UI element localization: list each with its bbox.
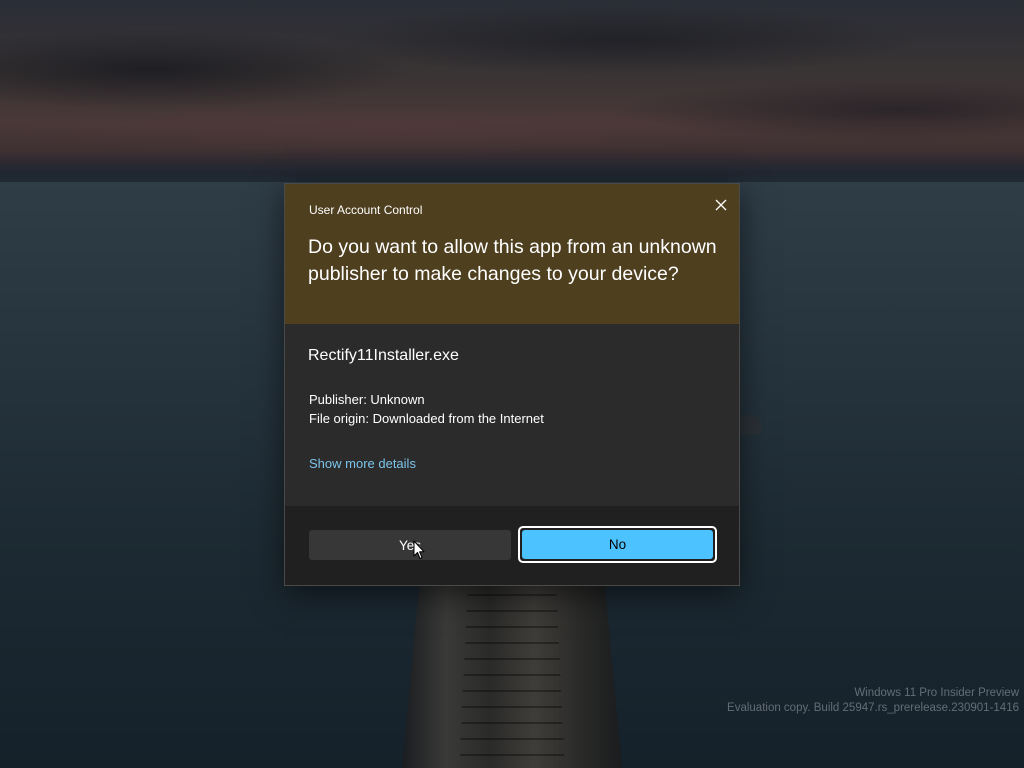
app-info: Publisher: Unknown File origin: Download… (309, 390, 544, 428)
os-watermark: Windows 11 Pro Insider Preview Evaluatio… (727, 686, 1019, 716)
no-button[interactable]: No (522, 530, 713, 559)
publisher-text: Publisher: Unknown (309, 392, 425, 407)
dialog-question: Do you want to allow this app from an un… (308, 236, 717, 285)
dialog-title: User Account Control (309, 203, 423, 217)
watermark-line-2: Evaluation copy. Build 25947.rs_prerelea… (727, 702, 1019, 714)
mouse-pointer-icon (413, 540, 425, 559)
uac-header: User Account Control Do you want to allo… (285, 184, 739, 324)
wallpaper-rock (738, 415, 762, 435)
watermark-line-1: Windows 11 Pro Insider Preview (854, 687, 1019, 699)
close-button[interactable] (705, 190, 737, 220)
desktop: Windows 11 Pro Insider Preview Evaluatio… (0, 0, 1024, 768)
close-icon (715, 199, 727, 211)
uac-body: Rectify11Installer.exe Publisher: Unknow… (285, 324, 739, 506)
yes-button[interactable]: Yes (309, 530, 511, 560)
no-button-focus-ring: No (518, 526, 717, 563)
file-origin-text: File origin: Downloaded from the Interne… (309, 411, 544, 426)
uac-footer: Yes No (285, 506, 739, 585)
show-more-details-link[interactable]: Show more details (309, 456, 416, 471)
uac-dialog: User Account Control Do you want to allo… (284, 183, 740, 586)
app-name: Rectify11Installer.exe (308, 347, 459, 364)
